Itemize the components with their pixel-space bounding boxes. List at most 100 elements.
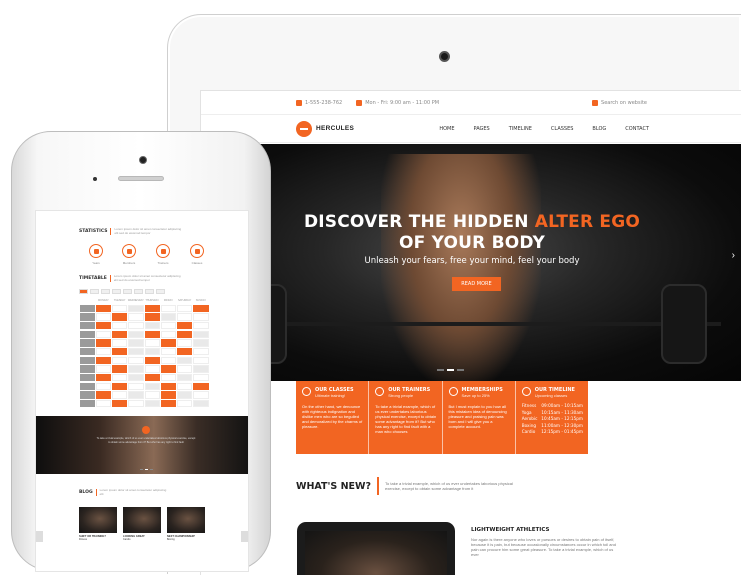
timetable-cell[interactable] <box>95 339 111 347</box>
slider-dot[interactable] <box>457 369 464 371</box>
blog-post-image[interactable] <box>79 507 117 533</box>
timetable-cell <box>193 391 209 399</box>
features-strip: OUR CLASSES Ultimate training! On the ot… <box>296 381 588 454</box>
article-device-image <box>297 522 455 575</box>
timetable-cell[interactable] <box>112 347 128 356</box>
slider-dot-active[interactable] <box>447 369 454 371</box>
blog-post-meta: Boxing <box>167 538 175 542</box>
timetable-day-header: SUNDAY <box>195 299 206 302</box>
article-title[interactable]: LIGHTWEIGHT ATHLETICS <box>471 527 549 533</box>
timetable-header: TIMETABLE Lorem ipsum dolor sit amet con… <box>79 274 184 282</box>
timetable-tab[interactable] <box>90 289 99 294</box>
timetable-cell <box>112 373 128 382</box>
timetable-cell <box>160 356 176 365</box>
slider-dots <box>437 369 464 371</box>
timetable-cell[interactable] <box>193 382 209 391</box>
timetable-cell <box>177 365 193 373</box>
search-input[interactable]: Search on website <box>601 100 647 106</box>
timetable-tab[interactable] <box>101 289 110 294</box>
timetable-cell <box>177 356 193 365</box>
nav-classes[interactable]: CLASSES <box>551 126 574 132</box>
nav-home[interactable]: HOME <box>439 126 454 132</box>
timetable-filter-tabs <box>79 289 165 294</box>
nav-pages[interactable]: PAGES <box>474 126 490 132</box>
timetable-cell[interactable] <box>144 373 160 382</box>
nav-contact[interactable]: CONTACT <box>625 126 649 132</box>
timetable-cell <box>160 373 176 382</box>
logo-icon[interactable] <box>296 120 312 137</box>
blog-post-image[interactable] <box>123 507 161 533</box>
timetable-cell <box>128 365 144 373</box>
timetable-cell[interactable] <box>112 365 128 373</box>
timetable-cell[interactable] <box>95 356 111 365</box>
whats-new-text: To take a trivial example, which of us e… <box>385 481 513 491</box>
timetable-cell <box>112 356 128 365</box>
timetable-cell[interactable] <box>95 373 111 382</box>
accent-divider <box>110 228 112 235</box>
blog-post-caption[interactable]: LOOKING GREAT Cardio <box>123 535 161 541</box>
logo-text[interactable]: HERCULES <box>316 125 354 132</box>
timetable-cell[interactable] <box>160 365 176 373</box>
search-box[interactable]: Search on website <box>592 99 647 106</box>
timetable-cell[interactable] <box>144 356 160 365</box>
blog-post-image[interactable] <box>167 507 205 533</box>
timetable-tab[interactable] <box>156 289 165 294</box>
nav-timeline[interactable]: TIMELINE <box>509 126 532 132</box>
timetable-hour-cell <box>79 321 95 330</box>
timetable-cell[interactable] <box>177 347 193 356</box>
timetable-cell <box>95 330 111 339</box>
blog-post-caption[interactable]: NEXT CHAMPIONSHIP Boxing <box>167 535 205 541</box>
timetable-tab[interactable] <box>112 289 121 294</box>
timetable-cell[interactable] <box>112 330 128 339</box>
timetable-cell[interactable] <box>160 339 176 347</box>
timetable-cell[interactable] <box>160 399 176 408</box>
timetable-tab[interactable] <box>79 289 88 294</box>
hero-title-line2: OF YOUR BODY <box>399 233 545 253</box>
timetable-cell[interactable] <box>160 391 176 399</box>
blog-post-caption[interactable]: SHIFT OR TRAINING? Fitness <box>79 535 117 541</box>
timetable-cell[interactable] <box>112 313 128 321</box>
timetable-cell[interactable] <box>95 304 111 313</box>
timetable-cell[interactable] <box>193 304 209 313</box>
stat-label: Years <box>92 261 100 265</box>
timetable-cell[interactable] <box>112 382 128 391</box>
slider-dot-active[interactable] <box>145 469 148 470</box>
timetable-cell[interactable] <box>95 391 111 399</box>
phone-sensor <box>93 177 97 181</box>
nav-blog[interactable]: BLOG <box>592 126 606 132</box>
timetable-tab[interactable] <box>123 289 132 294</box>
timeline-row[interactable]: Cardio 12:15pm - 01:45pm <box>522 429 583 436</box>
slider-dot[interactable] <box>437 369 444 371</box>
feature-subtitle: Save up to 25% <box>461 393 490 398</box>
timetable-cell <box>193 313 209 321</box>
phone-hero-text: To take a trivial example, which of us e… <box>96 437 196 444</box>
slider-dot[interactable] <box>150 469 153 470</box>
blog-next-arrow[interactable] <box>241 531 248 542</box>
barbell-bar <box>251 322 721 326</box>
blog-prev-arrow[interactable] <box>36 531 43 542</box>
main-nav: HERCULES HOME PAGES TIMELINE CLASSES BLO… <box>201 115 741 143</box>
timetable-hour-cell <box>79 304 95 313</box>
slider-dot[interactable] <box>140 469 143 470</box>
timetable-cell[interactable] <box>95 321 111 330</box>
timetable-cell[interactable] <box>144 330 160 339</box>
timetable-cell <box>177 304 193 313</box>
phone-device: STATISTICS Lorem ipsum dolor sit amet co… <box>11 131 271 572</box>
timetable-hour-cell <box>79 365 95 373</box>
slider-next-arrow[interactable]: › <box>732 250 735 261</box>
timetable-cell <box>128 399 144 408</box>
timetable-cell <box>144 339 160 347</box>
timetable-cell[interactable] <box>112 399 128 408</box>
timetable-cell <box>177 391 193 399</box>
timetable-cell[interactable] <box>144 304 160 313</box>
feature-text: On the other hand, we denounce with righ… <box>302 404 363 429</box>
stat-circle <box>190 244 204 258</box>
timetable-cell[interactable] <box>177 321 193 330</box>
timetable-cell[interactable] <box>144 313 160 321</box>
timetable-tab[interactable] <box>145 289 154 294</box>
timetable-cell[interactable] <box>177 330 193 339</box>
timetable-tab[interactable] <box>134 289 143 294</box>
read-more-button[interactable]: READ MORE <box>452 277 501 291</box>
timetable-cell[interactable] <box>160 382 176 391</box>
search-icon[interactable] <box>592 99 599 106</box>
